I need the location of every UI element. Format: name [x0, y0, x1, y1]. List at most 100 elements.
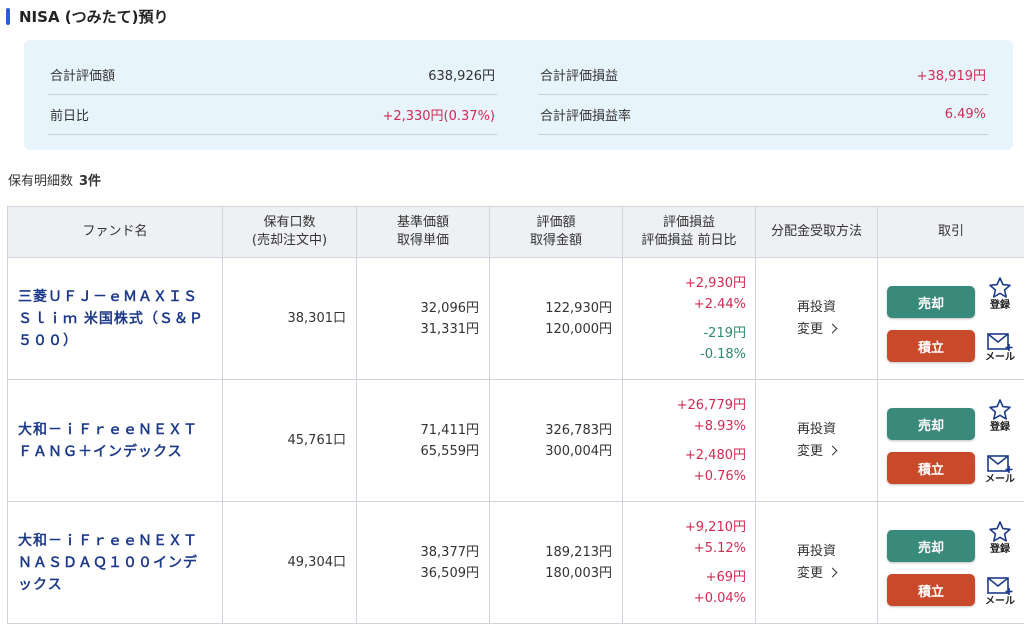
header-units: 保有口数 (売却注文中) [222, 206, 357, 258]
sell-button[interactable]: 売却 [887, 530, 975, 562]
price-cell: 38,377円 36,509円 [356, 501, 490, 624]
price-cell: 32,096円 31,331円 [356, 257, 490, 380]
pl-percent: +2.44% [693, 296, 746, 312]
mail-icon [987, 455, 1013, 473]
nav-value: 38,377円 [420, 544, 480, 560]
summary-right-column: 合計評価損益 +38,919円 合計評価損益率 6.49% [538, 55, 988, 135]
holdings-label: 保有明細数 [8, 174, 74, 189]
distribution-cell: 再投資 変更 [755, 379, 878, 502]
table-header-row: ファンド名 保有口数 (売却注文中) 基準価額 取得単価 評価額 取得金額 評価損益評… [7, 206, 1024, 258]
fund-cell: 大和－ｉＦｒｅｅＮＥＸＴ ＮＡＳＤＡＱ１００インデックス [7, 501, 223, 624]
holdings-table: ファンド名 保有口数 (売却注文中) 基準価額 取得単価 評価額 取得金額 評価損益評… [7, 206, 1024, 624]
day-change-amount: -219円 [703, 325, 746, 341]
header-pl: 評価損益 評価損益 前日比 [622, 206, 756, 258]
chevron-right-icon [827, 323, 838, 333]
star-icon [989, 521, 1011, 542]
cost-unit-value: 31,331円 [420, 321, 480, 337]
fund-cell: 大和－ｉＦｒｅｅＮＥＸＴ ＦＡＮＧ＋インデックス [7, 379, 223, 502]
pl-amount: +2,930円 [684, 275, 746, 291]
summary-label: 前日比 [50, 109, 90, 124]
cost-unit-value: 36,509円 [420, 565, 480, 581]
cost-value: 300,004円 [545, 443, 612, 459]
mail-icon [987, 333, 1013, 351]
summary-row-pl-rate: 合計評価損益率 6.49% [538, 95, 988, 135]
summary-row-total-pl: 合計評価損益 +38,919円 [538, 55, 988, 95]
mail-alert-button[interactable]: メール [985, 454, 1015, 486]
value-cell: 326,783円 300,004円 [489, 379, 623, 502]
header-trade: 取引 [877, 206, 1024, 258]
pl-amount: +9,210円 [684, 519, 746, 535]
summary-label: 合計評価額 [50, 69, 116, 84]
units-value: 45,761口 [287, 433, 347, 448]
favorite-register-button[interactable]: 登録 [985, 398, 1015, 434]
sell-button[interactable]: 売却 [887, 408, 975, 440]
favorite-caption: 登録 [990, 300, 1010, 311]
header-price: 基準価額 取得単価 [356, 206, 490, 258]
header-value: 評価額 取得金額 [489, 206, 623, 258]
table-row: 大和－ｉＦｒｅｅＮＥＸＴ ＮＡＳＤＡＱ１００インデックス 49,304口 38,… [7, 501, 1024, 624]
mail-alert-button[interactable]: メール [985, 576, 1015, 608]
value-cell: 122,930円 120,000円 [489, 257, 623, 380]
pl-percent: +8.93% [693, 418, 746, 434]
trade-cell: 売却 積立 登録 メール [877, 501, 1024, 624]
sell-button[interactable]: 売却 [887, 286, 975, 318]
pl-cell: +9,210円 +5.12% +69円 +0.04% [622, 501, 756, 624]
cost-value: 180,003円 [545, 565, 612, 581]
mail-alert-button[interactable]: メール [985, 332, 1015, 364]
summary-row-total-value: 合計評価額 638,926円 [48, 55, 497, 95]
fund-name-link[interactable]: 大和－ｉＦｒｅｅＮＥＸＴ ＮＡＳＤＡＱ１００インデックス [8, 530, 222, 596]
summary-row-day-change: 前日比 +2,330円(0.37%) [48, 95, 497, 135]
header-fund: ファンド名 [7, 206, 223, 258]
holdings-count: 保有明細数 3件 [8, 170, 101, 189]
distribution-method: 再投資 [796, 299, 836, 315]
summary-left-column: 合計評価額 638,926円 前日比 +2,330円(0.37%) [48, 55, 497, 135]
distribution-change-link[interactable]: 変更 [756, 563, 877, 585]
day-change-percent: +0.76% [693, 468, 746, 484]
distribution-method: 再投資 [796, 421, 836, 437]
units-value: 49,304口 [287, 555, 347, 570]
section-accent-bar [6, 7, 10, 25]
pl-cell: +26,779円 +8.93% +2,480円 +0.76% [622, 379, 756, 502]
nav-value: 32,096円 [420, 300, 480, 316]
summary-value: 638,926円 [428, 69, 495, 84]
nav-value: 71,411円 [420, 422, 480, 438]
trade-cell: 売却 積立 登録 メール [877, 257, 1024, 380]
units-cell: 49,304口 [222, 501, 357, 624]
fund-name-link[interactable]: 三菱ＵＦＪ－ｅＭＡＸＩＳ Ｓｌｉｍ 米国株式（Ｓ＆Ｐ５００） [8, 286, 222, 352]
accumulate-button[interactable]: 積立 [887, 330, 975, 362]
summary-panel: 合計評価額 638,926円 前日比 +2,330円(0.37%) 合計評価損益… [24, 40, 1013, 150]
price-cell: 71,411円 65,559円 [356, 379, 490, 502]
chevron-right-icon [827, 567, 838, 577]
mail-icon [987, 577, 1013, 595]
section-title-text: NISA (つみたて)預り [19, 7, 169, 26]
units-cell: 38,301口 [222, 257, 357, 380]
distribution-cell: 再投資 変更 [755, 501, 878, 624]
value-cell: 189,213円 180,003円 [489, 501, 623, 624]
summary-label: 合計評価損益率 [540, 109, 632, 124]
summary-value: +38,919円 [916, 69, 986, 84]
pl-cell: +2,930円 +2.44% -219円 -0.18% [622, 257, 756, 380]
table-row: 三菱ＵＦＪ－ｅＭＡＸＩＳ Ｓｌｉｍ 米国株式（Ｓ＆Ｐ５００） 38,301口 3… [7, 257, 1024, 380]
fund-name-link[interactable]: 大和－ｉＦｒｅｅＮＥＸＴ ＦＡＮＧ＋インデックス [8, 419, 222, 463]
market-value: 122,930円 [545, 300, 612, 316]
day-change-percent: +0.04% [693, 590, 746, 606]
section-title: NISA (つみたて)預り [6, 6, 168, 26]
star-icon [989, 277, 1011, 298]
mail-caption: メール [985, 474, 1015, 485]
summary-value: 6.49% [944, 107, 986, 122]
favorite-register-button[interactable]: 登録 [985, 276, 1015, 312]
accumulate-button[interactable]: 積立 [887, 452, 975, 484]
accumulate-button[interactable]: 積立 [887, 574, 975, 606]
chevron-right-icon [827, 445, 838, 455]
favorite-register-button[interactable]: 登録 [985, 520, 1015, 556]
units-value: 38,301口 [287, 311, 347, 326]
cost-value: 120,000円 [545, 321, 612, 337]
table-row: 大和－ｉＦｒｅｅＮＥＸＴ ＦＡＮＧ＋インデックス 45,761口 71,411円… [7, 379, 1024, 502]
holdings-count-value: 3件 [79, 174, 102, 189]
distribution-change-link[interactable]: 変更 [756, 319, 877, 341]
units-cell: 45,761口 [222, 379, 357, 502]
distribution-change-link[interactable]: 変更 [756, 441, 877, 463]
distribution-method: 再投資 [796, 543, 836, 559]
star-icon [989, 399, 1011, 420]
header-distribution: 分配金受取方法 [755, 206, 878, 258]
